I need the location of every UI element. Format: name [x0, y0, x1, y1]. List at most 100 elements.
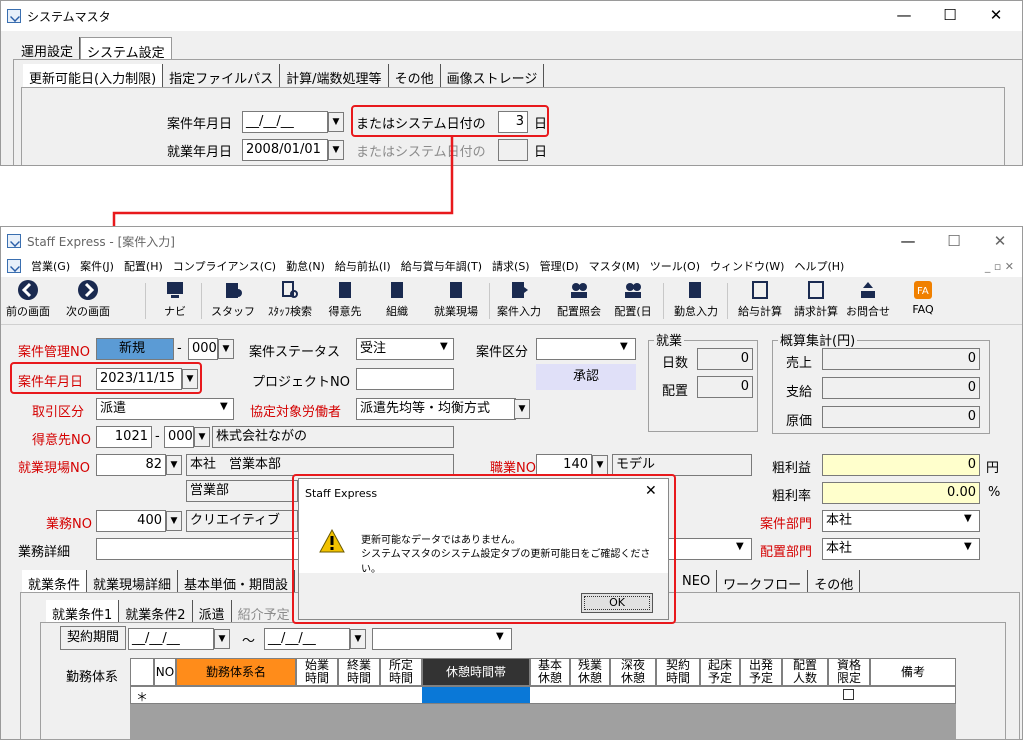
back-button[interactable]: 前の画面 — [3, 279, 53, 319]
haichi-value: 0 — [697, 376, 753, 398]
genba-no-input[interactable]: 82 — [96, 454, 166, 476]
period-type-select[interactable] — [372, 628, 512, 650]
menu-window[interactable]: ウィンドウ(W) — [710, 258, 784, 274]
col-basic-break[interactable]: 基本 休憩 — [530, 658, 570, 686]
haichi-shokai-button[interactable]: 配置照会 — [553, 279, 605, 319]
anken-input-button[interactable]: 案件入力 — [493, 279, 545, 319]
project-no-label: プロジェクトNO — [252, 375, 350, 390]
chevron-down-icon[interactable]: ▼ — [220, 401, 228, 412]
arari-value: 0 — [822, 454, 980, 476]
haichi-day-button[interactable]: 配置(日 — [611, 279, 655, 319]
forward-button[interactable]: 次の画面 — [59, 279, 117, 319]
chevron-down-icon[interactable]: ▼ — [350, 629, 366, 649]
tokui-no-input[interactable]: 1021 — [96, 426, 152, 448]
chevron-down-icon[interactable]: ▼ — [620, 341, 628, 352]
navi-button[interactable]: ナビ — [157, 279, 193, 319]
torihiki-select[interactable]: 派遣 — [96, 398, 234, 420]
approve-button[interactable]: 承認 — [536, 364, 636, 390]
chevron-down-icon[interactable]: ▼ — [214, 629, 230, 649]
menu-compliance[interactable]: コンプライアンス(C) — [173, 258, 276, 274]
chevron-down-icon[interactable]: ▼ — [514, 399, 530, 419]
gaisan-title: 概算集計(円) — [778, 330, 858, 349]
col-depart[interactable]: 出発 予定 — [740, 658, 782, 686]
chevron-down-icon[interactable]: ▼ — [218, 339, 234, 359]
contact-button[interactable]: お問合せ — [843, 279, 893, 319]
col-night-break[interactable]: 深夜 休憩 — [610, 658, 656, 686]
chevron-down-icon[interactable]: ▼ — [592, 455, 608, 475]
mdi-controls[interactable]: _ ▫ ✕ — [985, 260, 1014, 273]
period-from-input[interactable]: __/__/__ — [128, 628, 214, 650]
status-label: 案件ステータス — [249, 345, 341, 360]
chevron-down-icon[interactable]: ▼ — [166, 511, 182, 531]
arari-rate-value: 0.00 — [822, 482, 980, 504]
col-staff-count[interactable]: 配置 人数 — [782, 658, 828, 686]
haichi-bumon-select[interactable]: 本社 — [822, 538, 980, 560]
menu-kyuyo-maebarai[interactable]: 給与前払(I) — [335, 258, 391, 274]
chevron-down-icon[interactable]: ▼ — [440, 341, 448, 352]
contract-period-button[interactable]: 契約期間 — [60, 626, 126, 650]
shugyo-genba-button[interactable]: 就業現場 — [427, 279, 485, 319]
menu-seikyu[interactable]: 請求(S) — [492, 258, 530, 274]
menu-kyuyo-shoyo[interactable]: 給与賞与年調(T) — [401, 258, 482, 274]
minimize-button[interactable]: — — [885, 227, 931, 255]
col-ot-break[interactable]: 残業 休憩 — [570, 658, 610, 686]
menu-bar: 営業(G) 案件(J) 配置(H) コンプライアンス(C) 勤怠(N) 給与前払… — [1, 255, 1022, 277]
separator — [489, 283, 490, 319]
chevron-down-icon[interactable]: ▼ — [736, 541, 744, 552]
menu-master[interactable]: マスタ(M) — [589, 258, 640, 274]
shokugyo-no-input[interactable]: 140 — [536, 454, 592, 476]
chevron-down-icon[interactable]: ▼ — [964, 541, 972, 552]
menu-haichi[interactable]: 配置(H) — [124, 258, 163, 274]
people-icon — [571, 283, 587, 298]
menu-help[interactable]: ヘルプ(H) — [794, 258, 844, 274]
menu-kanri[interactable]: 管理(D) — [540, 258, 579, 274]
kyotei-select[interactable]: 派遣先均等・均衡方式 — [356, 398, 516, 420]
organization-icon — [391, 282, 403, 298]
col-no[interactable]: NO — [154, 658, 176, 686]
menu-eigyo[interactable]: 営業(G) — [31, 258, 70, 274]
staff-button[interactable]: スタッフ — [209, 279, 257, 319]
period-to-input[interactable]: __/__/__ — [264, 628, 350, 650]
menu-kintai[interactable]: 勤怠(N) — [286, 258, 325, 274]
seikyu-calc-button[interactable]: 請求計算 — [789, 279, 843, 319]
menu-tool[interactable]: ツール(O) — [650, 258, 700, 274]
tokuisaki-button[interactable]: 得意先 — [325, 279, 365, 319]
chevron-down-icon[interactable]: ▼ — [496, 631, 504, 642]
col-kinmu-name[interactable]: 勤務体系名 — [176, 658, 296, 686]
col-shotei[interactable]: 所定 時間 — [380, 658, 422, 686]
maximize-button[interactable]: ☐ — [931, 227, 977, 255]
qualification-checkbox[interactable] — [843, 689, 854, 700]
staff-search-button[interactable]: ｽﾀｯﾌ検索 — [261, 279, 319, 319]
col-qualification[interactable]: 資格 限定 — [828, 658, 870, 686]
selected-cell[interactable] — [422, 687, 530, 703]
col-start[interactable]: 始業 時間 — [296, 658, 338, 686]
table-row[interactable] — [130, 686, 956, 704]
col-wake[interactable]: 起床 予定 — [700, 658, 740, 686]
dash: - — [177, 341, 182, 356]
separator — [201, 283, 202, 319]
close-button[interactable]: ✕ — [977, 227, 1022, 255]
kyuyo-calc-button[interactable]: 給与計算 — [733, 279, 787, 319]
document-icon — [512, 282, 528, 298]
anken-no-sub-input[interactable]: 000 — [188, 338, 218, 360]
col-biko[interactable]: 備考 — [870, 658, 956, 686]
gyomu-no-input[interactable]: 400 — [96, 510, 166, 532]
genka-label: 原価 — [786, 414, 813, 429]
col-contract-time[interactable]: 契約 時間 — [656, 658, 700, 686]
anken-no-input[interactable]: 新規 — [96, 338, 174, 360]
soshiki-button[interactable]: 組織 — [379, 279, 415, 319]
tokui-sub-input[interactable]: 000 — [164, 426, 194, 448]
menu-anken[interactable]: 案件(J) — [80, 258, 114, 274]
col-kyukei[interactable]: 休憩時間帯 — [422, 658, 530, 686]
chevron-down-icon[interactable]: ▼ — [194, 427, 210, 447]
highlight-anken-date — [10, 362, 202, 394]
bumon-select[interactable]: 本社 — [822, 510, 980, 532]
edit-icon — [689, 282, 701, 298]
faq-button[interactable]: FA FAQ — [905, 279, 941, 316]
col-end[interactable]: 終業 時間 — [338, 658, 380, 686]
kintai-input-button[interactable]: 勤怠入力 — [669, 279, 723, 319]
project-no-input[interactable] — [356, 368, 454, 390]
shikyu-value: 0 — [822, 377, 980, 399]
chevron-down-icon[interactable]: ▼ — [166, 455, 182, 475]
chevron-down-icon[interactable]: ▼ — [964, 513, 972, 524]
